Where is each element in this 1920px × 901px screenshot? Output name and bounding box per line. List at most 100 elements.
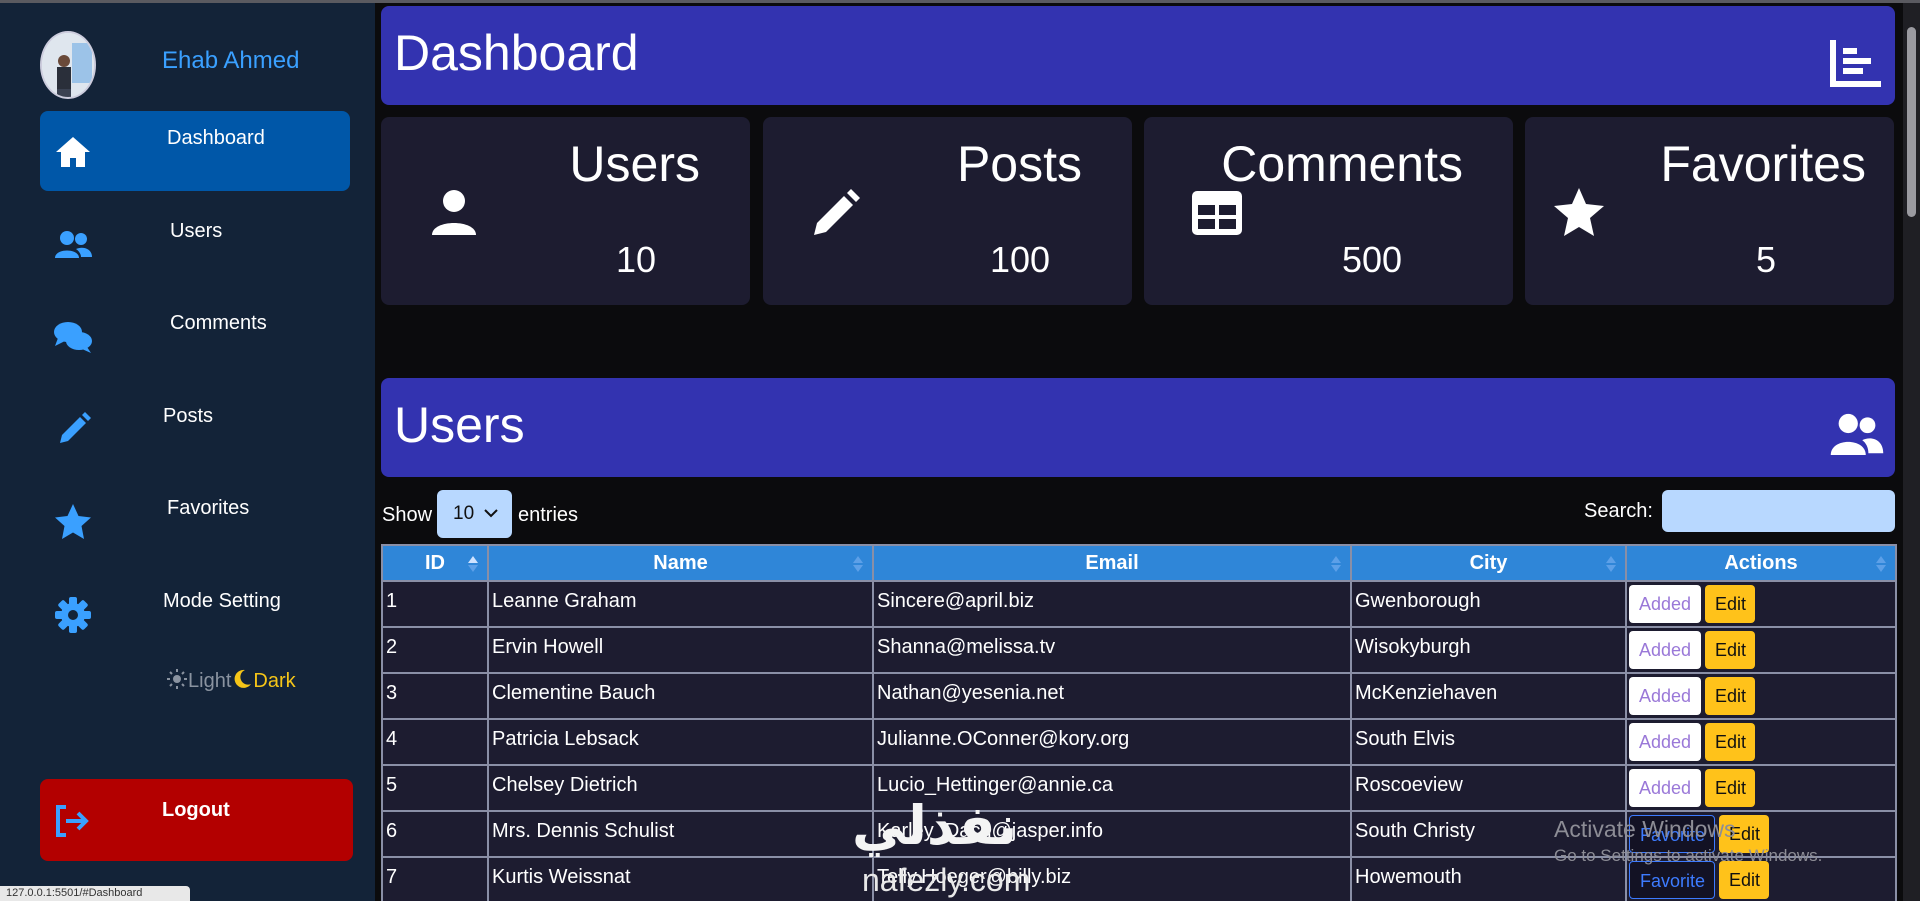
page-scrollbar[interactable] (1903, 3, 1920, 901)
stat-card-comments[interactable]: Comments 500 (1144, 117, 1513, 305)
added-button[interactable]: Added (1629, 585, 1701, 623)
page-title: Dashboard (394, 25, 639, 81)
stat-title: Favorites (1660, 136, 1866, 192)
sidebar-item-comments[interactable]: Comments (40, 296, 350, 376)
edit-button[interactable]: Edit (1705, 631, 1755, 669)
pencil-icon (814, 189, 860, 235)
added-button[interactable]: Added (1629, 631, 1701, 669)
entries-select-value: 10 (453, 503, 475, 524)
cell-actions: Added Edit (1625, 672, 1897, 720)
comments-icon (54, 322, 92, 353)
sidebar-item-mode-setting[interactable]: Mode Setting (40, 574, 350, 654)
cell-name: Patricia Lebsack (487, 718, 874, 766)
cell-actions: Added Edit (1625, 580, 1897, 628)
cell-name: Kurtis Weissnat (487, 856, 874, 901)
user-icon (432, 190, 476, 235)
table-row: 1 Leanne Graham Sincere@april.biz Gwenbo… (381, 580, 1897, 628)
sort-icon (853, 556, 863, 572)
sidebar-item-favorites[interactable]: Favorites (40, 481, 350, 561)
entries-label: entries (518, 504, 579, 526)
star-icon (1554, 188, 1604, 236)
favorite-button[interactable]: Favorite (1629, 861, 1715, 899)
edit-button[interactable]: Edit (1705, 677, 1755, 715)
edit-button[interactable]: Edit (1719, 861, 1769, 899)
cell-city: McKenziehaven (1350, 672, 1627, 720)
cell-id: 4 (381, 718, 489, 766)
stat-value: 5 (1756, 239, 1777, 280)
profile-name: Ehab Ahmed (162, 47, 300, 74)
avatar (40, 31, 96, 99)
activate-windows-title: Activate Windows (1554, 816, 1736, 842)
stat-title: Comments (1221, 136, 1463, 192)
search-label: Search: (1584, 500, 1653, 522)
stat-value: 100 (990, 239, 1051, 280)
added-button[interactable]: Added (1629, 677, 1701, 715)
cell-actions: Added Edit (1625, 764, 1897, 812)
mode-light-label[interactable]: Light (188, 670, 231, 692)
added-button[interactable]: Added (1629, 723, 1701, 761)
edit-button[interactable]: Edit (1705, 769, 1755, 807)
logout-button[interactable]: Logout (40, 779, 353, 861)
chevron-down-icon (484, 509, 498, 518)
column-header-id[interactable]: ID (381, 544, 489, 582)
dashboard-header: Dashboard (381, 6, 1895, 105)
status-bar-url: 127.0.0.1:5501/#Dashboard (0, 886, 190, 901)
sort-asc-icon (468, 556, 478, 572)
table-icon (1192, 191, 1242, 235)
cell-email: Shanna@melissa.tv (872, 626, 1352, 674)
sidebar-item-label: Users (170, 220, 223, 242)
stat-title: Posts (956, 136, 1082, 192)
chart-bar-icon (1830, 40, 1881, 87)
cell-name: Mrs. Dennis Schulist (487, 810, 874, 858)
added-button[interactable]: Added (1629, 769, 1701, 807)
sidebar-item-users[interactable]: Users (40, 204, 350, 284)
stat-card-favorites[interactable]: Favorites 5 (1525, 117, 1894, 305)
table-row: 5 Chelsey Dietrich Lucio_Hettinger@annie… (381, 764, 1897, 812)
users-icon (55, 231, 92, 258)
table-row: 4 Patricia Lebsack Julianne.OConner@kory… (381, 718, 1897, 766)
table-header-row: ID Name Email City Actions (381, 544, 1897, 582)
cell-city: South Elvis (1350, 718, 1627, 766)
mode-dark-label[interactable]: Dark (253, 670, 295, 692)
stat-card-posts[interactable]: Posts 100 (763, 117, 1132, 305)
column-header-actions[interactable]: Actions (1625, 544, 1897, 582)
cell-id: 6 (381, 810, 489, 858)
sun-icon (167, 669, 187, 689)
cell-id: 2 (381, 626, 489, 674)
pencil-icon (60, 412, 91, 443)
cell-email: Sincere@april.biz (872, 580, 1352, 628)
cell-city: Gwenborough (1350, 580, 1627, 628)
cell-name: Leanne Graham (487, 580, 874, 628)
sidebar-item-label: Comments (170, 312, 267, 334)
cell-city: Wisokyburgh (1350, 626, 1627, 674)
cell-name: Ervin Howell (487, 626, 874, 674)
stat-card-users[interactable]: Users 10 (381, 117, 750, 305)
stat-value: 500 (1342, 239, 1403, 280)
sidebar-item-dashboard[interactable]: Dashboard (40, 111, 350, 191)
table-row: 3 Clementine Bauch Nathan@yesenia.net Mc… (381, 672, 1897, 720)
sort-icon (1606, 556, 1616, 572)
edit-button[interactable]: Edit (1705, 585, 1755, 623)
column-header-city[interactable]: City (1350, 544, 1627, 582)
cell-city: Roscoeview (1350, 764, 1627, 812)
cell-name: Chelsey Dietrich (487, 764, 874, 812)
users-icon (1830, 413, 1884, 455)
edit-button[interactable]: Edit (1705, 723, 1755, 761)
sidebar-item-label: Mode Setting (163, 590, 281, 612)
section-title: Users (394, 397, 525, 453)
search-input[interactable] (1662, 490, 1895, 532)
stat-value: 10 (616, 239, 657, 280)
column-header-email[interactable]: Email (872, 544, 1352, 582)
entries-select[interactable]: 10 (437, 490, 512, 538)
gear-icon (55, 597, 91, 633)
cell-actions: Added Edit (1625, 626, 1897, 674)
scrollbar-thumb[interactable] (1907, 27, 1916, 217)
brand-watermark: نفذلي (852, 796, 1018, 856)
sidebar-item-posts[interactable]: Posts (40, 389, 350, 469)
profile: Ehab Ahmed (40, 31, 375, 101)
sort-icon (1876, 556, 1886, 572)
mode-toggle[interactable]: Light Dark (166, 668, 296, 693)
brand-watermark-url: nafezly.com (862, 862, 1031, 898)
activate-windows-subtitle: Go to Settings to activate Windows. (1554, 846, 1823, 865)
column-header-name[interactable]: Name (487, 544, 874, 582)
